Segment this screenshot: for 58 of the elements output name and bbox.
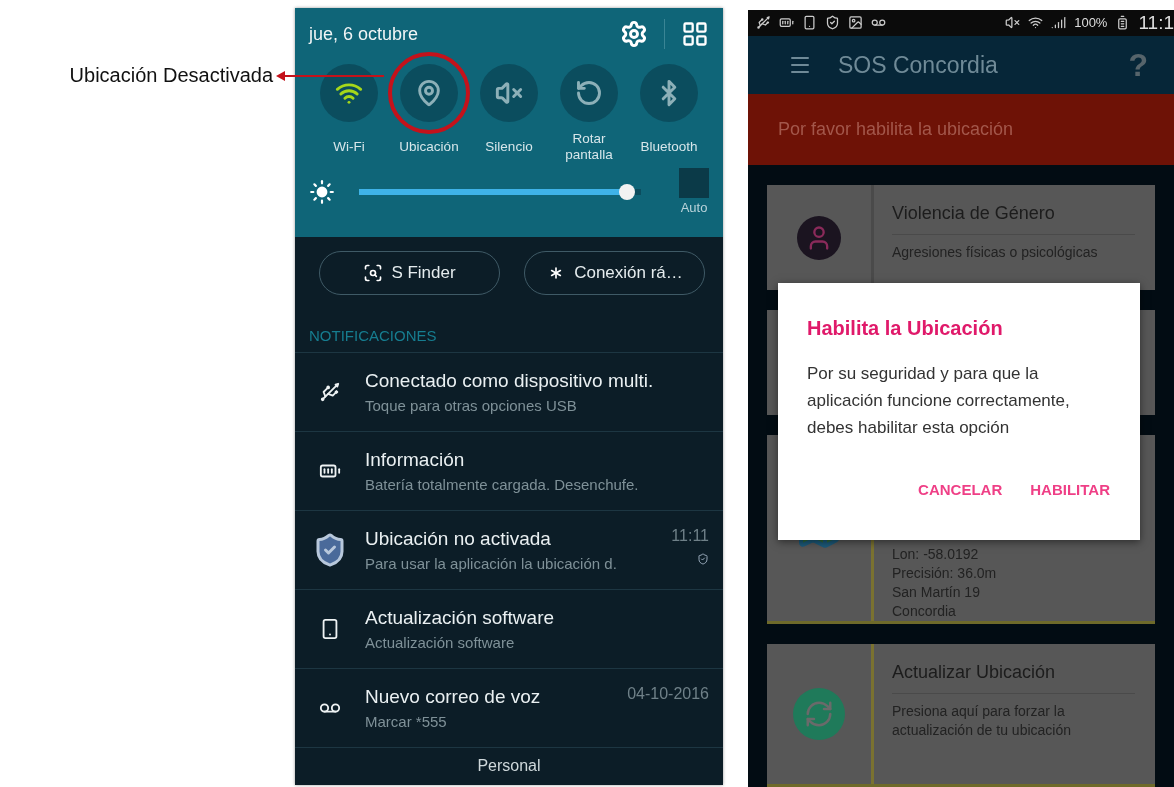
toggle-label: Silencio <box>484 138 534 156</box>
muted-speaker-icon <box>1005 15 1021 31</box>
notification-item[interactable]: Ubicación no activada Para usar la aplicación la ubicación d. 11:11 <box>295 511 723 590</box>
toggle-label: Bluetooth <box>639 138 699 156</box>
notification-title: Ubicación no activada <box>365 528 552 550</box>
signal-icon <box>1051 15 1067 31</box>
card-title: Violencia de Género <box>892 203 1135 235</box>
refresh-icon <box>793 688 845 740</box>
grid-icon[interactable] <box>681 20 709 48</box>
brightness-icon <box>309 178 335 205</box>
notification-title: Información <box>365 449 466 471</box>
wifi-icon <box>1028 15 1044 31</box>
auto-label: Auto <box>680 200 708 215</box>
dialog-title: Habilita la Ubicación <box>807 317 1004 340</box>
toggle-label: Ubicación <box>398 138 460 156</box>
notification-subtitle: Toque para otras opciones USB <box>365 397 578 414</box>
notification-item[interactable]: Nuevo correo de voz Marcar *555 04-10-2016 <box>295 669 723 748</box>
section-title: NOTIFICACIONES <box>295 295 723 353</box>
image-icon <box>848 15 863 31</box>
shield-icon <box>825 15 840 31</box>
toggle-label: Wi-Fi <box>332 138 366 156</box>
dialog-button[interactable]: HABILITAR <box>1030 477 1110 502</box>
card-title: Actualizar Ubicación <box>892 662 1135 694</box>
warning-banner: Por favor habilita la ubicación <box>748 94 1174 165</box>
dialog-button[interactable]: CANCELAR <box>918 477 1003 502</box>
notification-subtitle: Batería totalmente cargada. Desenchufe. <box>365 476 640 493</box>
search-icon <box>363 263 384 283</box>
notification-item[interactable]: Conectado como dispositivo multi. Toque para otras opciones USB <box>295 353 723 432</box>
notification-time: 04-10-2016 <box>627 685 709 703</box>
phone-icon <box>802 15 817 31</box>
date-text: jue, 6 octubre <box>309 23 420 45</box>
silhouette-icon <box>797 215 841 260</box>
auto-checkbox[interactable] <box>679 168 709 198</box>
notification-subtitle: Actualización software <box>365 634 516 651</box>
dialog-message: Por su seguridad y para que la aplicación funcione correctamente, debes habilitar esta opción <box>807 363 1071 439</box>
notification-subtitle: Para usar la aplicación la ubicación d. <box>365 555 618 572</box>
location-pin-icon <box>415 79 443 107</box>
quick-toggle[interactable] <box>400 64 458 122</box>
usb-icon <box>756 15 771 31</box>
app-title: SOS Concordia <box>838 51 999 79</box>
notification-title: Conectado como dispositivo multi. <box>365 370 655 392</box>
notification-title: Actualización software <box>365 607 556 629</box>
notification-title: Nuevo correo de voz <box>365 686 542 708</box>
notification-item[interactable]: Información Batería totalmente cargada. Desenchufe. <box>295 432 723 511</box>
notification-time: 11:11 <box>671 527 709 545</box>
notification-item[interactable]: Actualización software Actualización software <box>295 590 723 669</box>
muted-speaker-icon <box>495 79 523 107</box>
small-shield-icon <box>697 553 709 565</box>
toggle-label: Rotar pantalla <box>564 130 614 164</box>
usb-icon <box>319 381 341 403</box>
annotation-label: Ubicación Desactivada <box>68 64 274 87</box>
settings-icon[interactable] <box>620 20 648 48</box>
rotate-icon <box>575 79 603 107</box>
battery-percent: 100% <box>1074 15 1108 31</box>
notification-subtitle: Marcar *555 <box>365 713 448 730</box>
footer-label: Personal <box>476 756 542 776</box>
slider-thumb[interactable] <box>618 183 635 200</box>
clock-text: 11:1 <box>1138 11 1174 34</box>
